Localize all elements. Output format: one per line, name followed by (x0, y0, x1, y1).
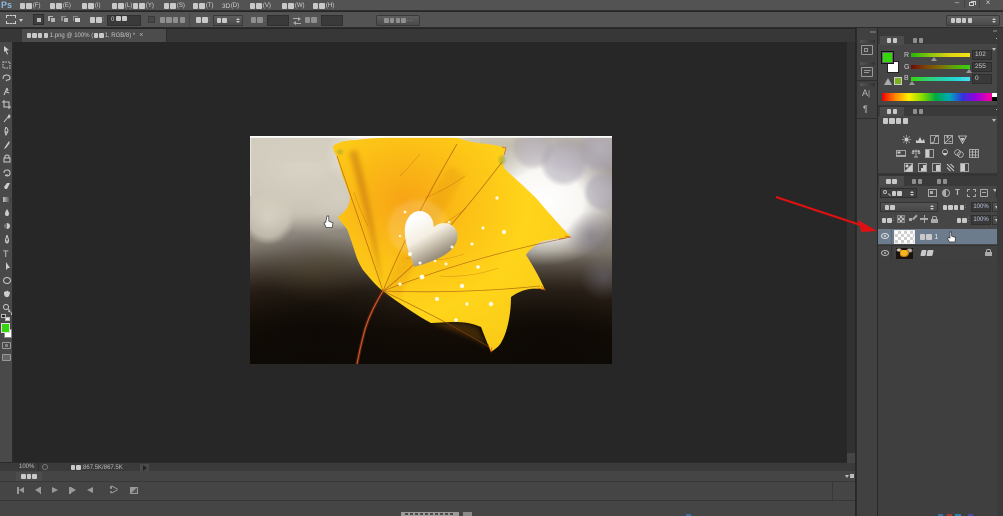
svg-text:T: T (3, 249, 9, 258)
